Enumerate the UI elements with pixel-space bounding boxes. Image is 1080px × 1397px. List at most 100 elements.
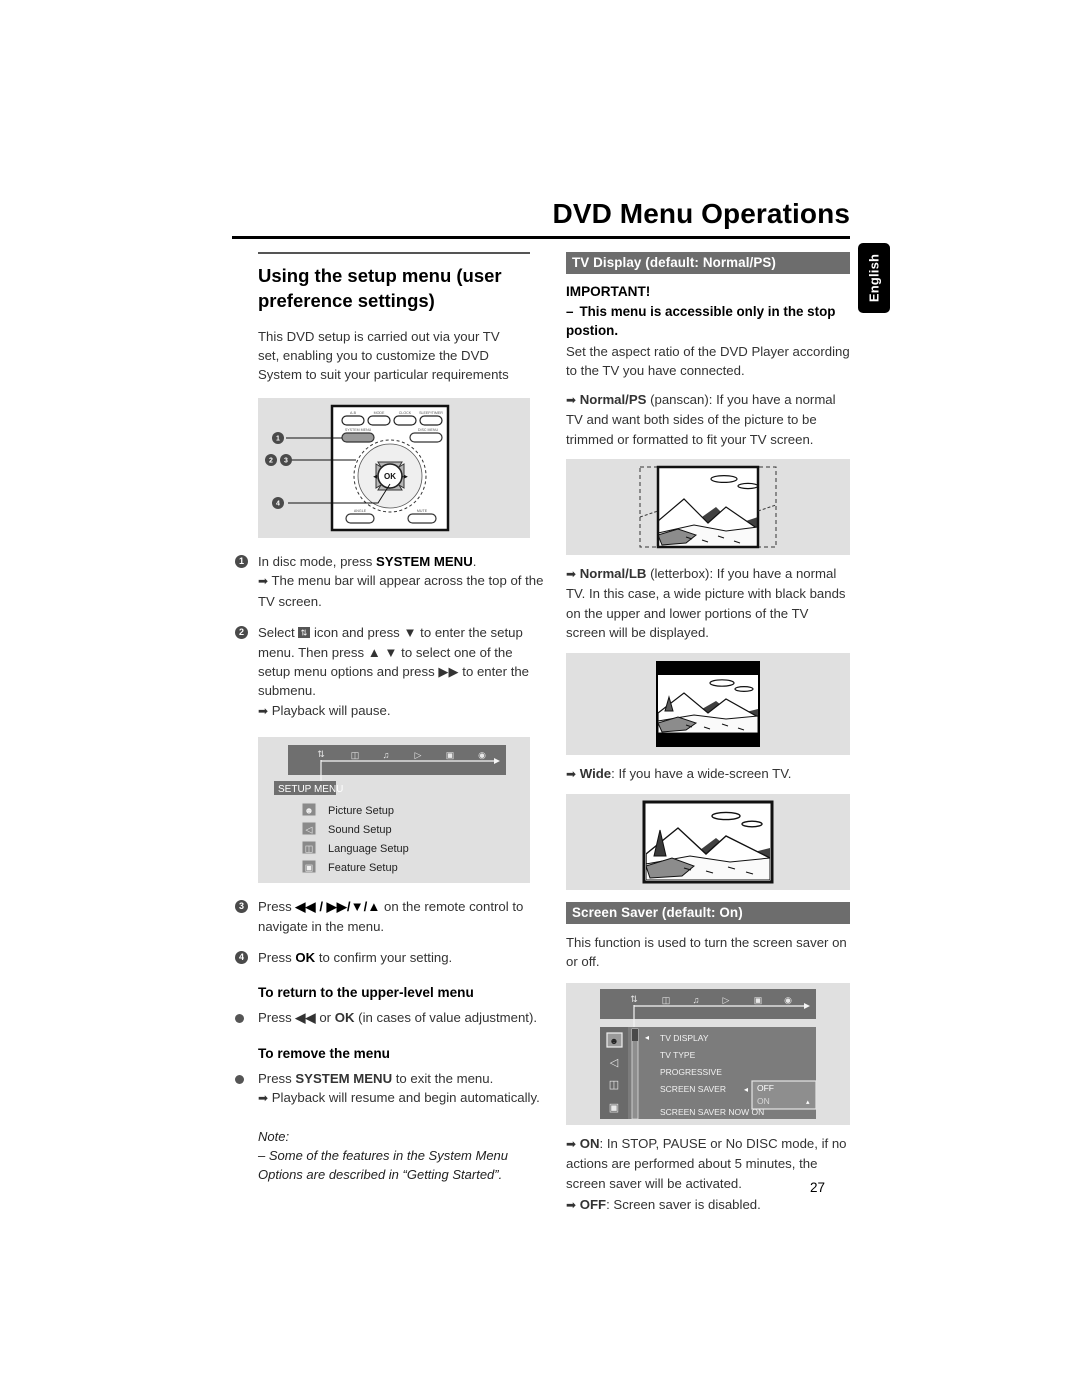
tv-display-heading: TV Display (default: Normal/PS) <box>566 252 850 274</box>
step-2-mid: icon and press <box>310 625 404 641</box>
screen-saver-osd-figure: ⇅ ◫ ♫ ▷ ▣ ◉ ☻ ◁ ◫ ▣ ◂ TV DISPLAY TV TYPE… <box>566 982 850 1125</box>
screen-saver-osd-illustration: ⇅ ◫ ♫ ▷ ▣ ◉ ☻ ◁ ◫ ▣ ◂ TV DISPLAY TV TYPE… <box>600 988 817 1120</box>
sound-setup-icon: ◁ <box>306 825 313 835</box>
step-2-result: ➡ Playback will pause. <box>258 702 391 718</box>
step-1-result-text: The menu bar will appear across the top … <box>258 573 544 609</box>
language-setup-icon: ◫ <box>305 844 314 854</box>
picture-setup-icon: ☻ <box>304 806 313 816</box>
letterbox-illustration <box>656 660 760 747</box>
step-number: 1 <box>235 555 248 568</box>
disc-icon: ◉ <box>784 995 792 1005</box>
state-off-name: OFF <box>579 1197 607 1213</box>
svg-text:◂: ◂ <box>645 1033 649 1042</box>
option-wide: ➡ Wide: If you have a wide-screen TV. <box>566 765 792 781</box>
widescreen-illustration <box>642 800 774 884</box>
subtitle-icon: ◫ <box>662 995 671 1005</box>
menu-item-tv-display: TV DISPLAY <box>660 1033 709 1043</box>
bullet-dot <box>235 1074 244 1084</box>
important-label: IMPORTANT! <box>566 284 651 299</box>
note-text: – Some of the features in the System Men… <box>258 1147 509 1182</box>
svg-text:1: 1 <box>276 436 280 443</box>
section-divider <box>258 252 530 254</box>
svg-text:▴: ▴ <box>806 1099 810 1106</box>
svg-text:MUTE: MUTE <box>417 509 428 513</box>
step-number: 4 <box>235 951 248 965</box>
menu-item-tv-type: TV TYPE <box>660 1050 696 1060</box>
step-4: 4 Press OK to confirm your setting. <box>232 948 548 967</box>
step-1-text-pre: In disc mode, press <box>258 554 377 569</box>
svg-text:3: 3 <box>284 458 288 465</box>
language-tab: English <box>858 243 890 313</box>
svg-text:SLEEP/TIMER: SLEEP/TIMER <box>419 411 443 415</box>
state-on-name: ON <box>579 1135 600 1151</box>
svg-text:⇅: ⇅ <box>301 629 308 638</box>
setup-icon: ⇅ <box>630 994 638 1004</box>
bullet-return-post: (in cases of value adjustment). <box>354 1010 538 1026</box>
svg-text:4: 4 <box>276 501 280 508</box>
svg-text:A-B: A-B <box>350 411 357 415</box>
sound-setup-icon: ◁ <box>610 1057 619 1069</box>
bullet-dot <box>235 1014 244 1024</box>
important-body: This menu is accessible only in the stop… <box>566 304 836 338</box>
feature-setup-icon: ▣ <box>305 863 314 873</box>
step-4-pre: Press <box>258 950 296 966</box>
subsection-heading-remove: To remove the menu <box>258 1045 390 1061</box>
audio-icon: ♫ <box>383 750 390 760</box>
step-4-post: to confirm your setting. <box>315 950 453 966</box>
step-1-result: ➡ The menu bar will appear across the to… <box>258 573 544 609</box>
svg-text:CLOCK: CLOCK <box>399 411 412 415</box>
remote-control-figure: A-B MODE CLOCK SLEEP/TIMER SYSTEM MENU D… <box>258 398 530 538</box>
svg-text:OK: OK <box>384 472 396 481</box>
language-setup-icon: ◫ <box>609 1079 619 1091</box>
screen-icon: ▣ <box>754 995 763 1005</box>
osd-status-text: SCREEN SAVER NOW ON <box>660 1107 764 1117</box>
play-icon: ▷ <box>723 995 730 1005</box>
setup-menu-figure: ⇅ ◫ ♫ ▷ ▣ ◉ SETUP MENU ☻ Picture Setup ◁… <box>258 737 530 884</box>
bullet-return-mid: or <box>315 1010 335 1026</box>
audio-icon: ♫ <box>693 995 700 1005</box>
screen-saver-heading: Screen Saver (default: On) <box>566 902 850 925</box>
step-3-pre: Press <box>258 899 296 915</box>
letterbox-figure <box>566 652 850 755</box>
intro-paragraph: This DVD setup is carried out via your T… <box>258 329 509 382</box>
setup-icon: ⇅ <box>317 749 325 759</box>
state-off-text: : Screen saver is disabled. <box>606 1197 761 1213</box>
step-1-bold: SYSTEM MENU <box>376 554 473 569</box>
step-2-pre: Select <box>258 625 299 641</box>
bullet-remove-post: to exit the menu. <box>392 1070 494 1086</box>
widescreen-figure <box>566 794 850 891</box>
play-icon: ▷ <box>415 750 422 760</box>
step-1-text-post: . <box>472 554 477 569</box>
disc-icon: ◉ <box>478 750 486 760</box>
steps-list-2: 3 Press ◀◀ / ▶▶/▼/▲ on the remote contro… <box>232 897 532 967</box>
submenu-option-off: OFF <box>757 1083 774 1093</box>
tv-display-description: Set the aspect ratio of the DVD Player a… <box>566 344 850 379</box>
step-2-key1: ▼ <box>403 625 417 641</box>
screen-saver-description: This function is used to turn the screen… <box>566 935 847 970</box>
section-title: Using the setup menu (user preference se… <box>258 265 502 311</box>
subsection-heading-return: To return to the upper-level menu <box>258 985 474 1001</box>
menu-item-progressive: PROGRESSIVE <box>660 1067 722 1077</box>
note-label: Note: <box>258 1128 290 1144</box>
page-number: 27 <box>810 1180 826 1195</box>
step-1: 1 In disc mode, press SYSTEM MENU. ➡ The… <box>232 552 548 611</box>
option-normal-lb: ➡ Normal/LB (letterbox): If you have a n… <box>566 566 846 641</box>
page-title: DVD Menu Operations <box>552 198 850 229</box>
state-on-text: : In STOP, PAUSE or No DISC mode, if no … <box>566 1135 847 1191</box>
step-3: 3 Press ◀◀ / ▶▶/▼/▲ on the remote contro… <box>232 897 548 936</box>
option-normal-ps: ➡ Normal/PS (panscan): If you have a nor… <box>566 391 836 447</box>
setup-menu-tab-label: SETUP MENU <box>278 784 343 795</box>
feature-setup-icon: ▣ <box>609 1102 619 1114</box>
bullet-remove-bold: SYSTEM MENU <box>295 1070 393 1086</box>
step-2-key2: ▲ ▼ <box>367 644 398 660</box>
step-2-result-text: Playback will pause. <box>271 702 391 718</box>
step-3-keys: ◀◀ / ▶▶/▼/▲ <box>295 899 381 915</box>
step-number: 2 <box>235 626 248 640</box>
option-normal-lb-paren: (letterbox) <box>646 566 710 582</box>
steps-list: 1 In disc mode, press SYSTEM MENU. ➡ The… <box>232 552 543 721</box>
language-tab-label: English <box>866 253 882 303</box>
picture-setup-icon: ☻ <box>609 1036 618 1046</box>
screen-saver-state-on: ➡ ON: In STOP, PAUSE or No DISC mode, if… <box>566 1135 847 1191</box>
setup-menu-osd-illustration: ⇅ ◫ ♫ ▷ ▣ ◉ SETUP MENU ☻ Picture Setup ◁… <box>274 745 506 874</box>
language-setup-label: Language Setup <box>328 843 409 855</box>
